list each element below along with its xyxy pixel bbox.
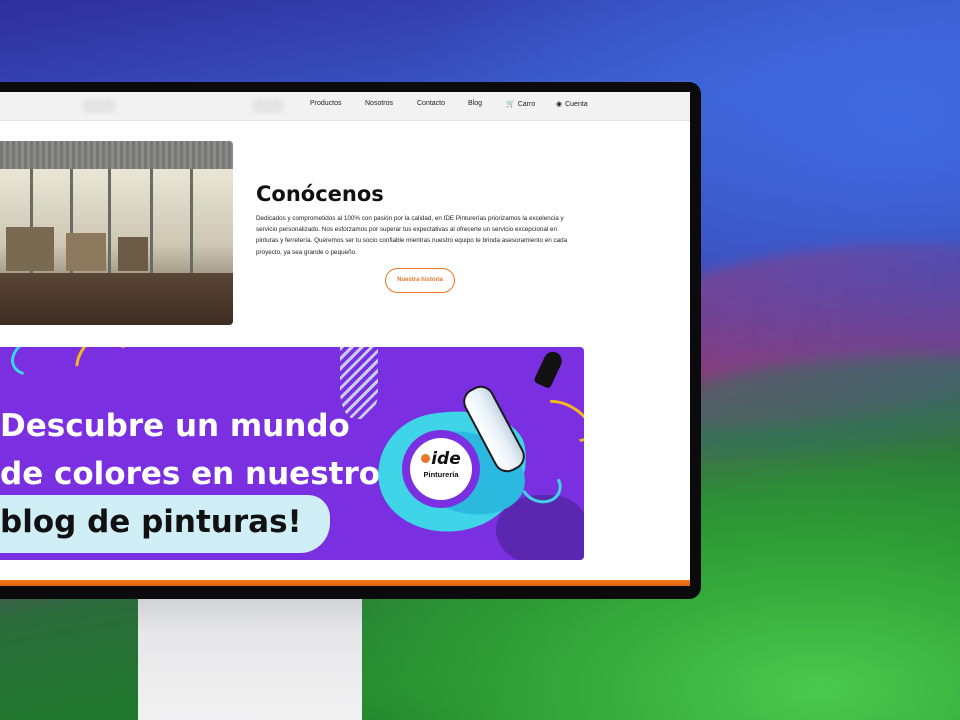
nav-link-carro[interactable]: 🛒 Carro — [506, 100, 535, 108]
store-photo-mullion — [108, 169, 111, 277]
brand-logo-text: ide — [431, 449, 461, 469]
store-photo-roof — [0, 141, 233, 171]
store-photo-ground — [0, 273, 233, 325]
nav-link-cuenta[interactable]: ◉ Cuenta — [556, 100, 588, 108]
decorative-squiggle — [530, 391, 584, 451]
logo-dot-icon — [421, 454, 431, 463]
nav-link-carro-label: Carro — [517, 101, 536, 108]
nav-link-productos[interactable]: Productos — [310, 100, 342, 107]
nav-link-contacto[interactable]: Contacto — [417, 100, 445, 107]
store-photo-shelf — [118, 237, 148, 271]
roller-handle-icon — [533, 348, 565, 390]
store-photo-shelf — [66, 233, 106, 271]
brand-logo: ide — [410, 450, 472, 468]
store-photo — [0, 141, 233, 325]
store-photo-shelf — [6, 227, 54, 271]
banner-line-1: Descubre un mundo — [0, 408, 350, 444]
decorative-squiggle — [4, 347, 76, 385]
nav-link-nosotros[interactable]: Nosotros — [365, 100, 393, 107]
store-photo-mullion — [150, 169, 153, 277]
nav-blurred-item — [252, 99, 284, 113]
nav-link-cuenta-label: Cuenta — [565, 101, 588, 108]
banner-line-3: blog de pinturas! — [0, 504, 302, 540]
about-description: Dedicados y comprometidos al 100% con pa… — [256, 215, 568, 256]
decorative-squiggle — [65, 347, 135, 393]
cart-icon: 🛒 — [506, 101, 515, 108]
blog-banner[interactable]: Descubre un mundo de colores en nuestro … — [0, 347, 584, 560]
user-icon: ◉ — [556, 101, 563, 108]
footer-accent-bar — [0, 580, 690, 586]
site-navbar: Productos Nosotros Contacto Blog 🛒 Carro … — [0, 92, 690, 121]
site-logo[interactable] — [82, 99, 116, 113]
nav-link-blog[interactable]: Blog — [468, 100, 482, 107]
banner-line-2: de colores en nuestro — [0, 456, 381, 492]
about-title: Conócenos — [256, 182, 384, 206]
brand-badge: ide Pinturería — [410, 438, 472, 500]
store-photo-mullion — [190, 169, 193, 277]
brand-subtext: Pinturería — [423, 470, 459, 479]
history-button[interactable]: Nuestra historia — [385, 268, 455, 293]
monitor-stand — [138, 596, 362, 720]
browser-viewport: Productos Nosotros Contacto Blog 🛒 Carro … — [0, 92, 690, 586]
